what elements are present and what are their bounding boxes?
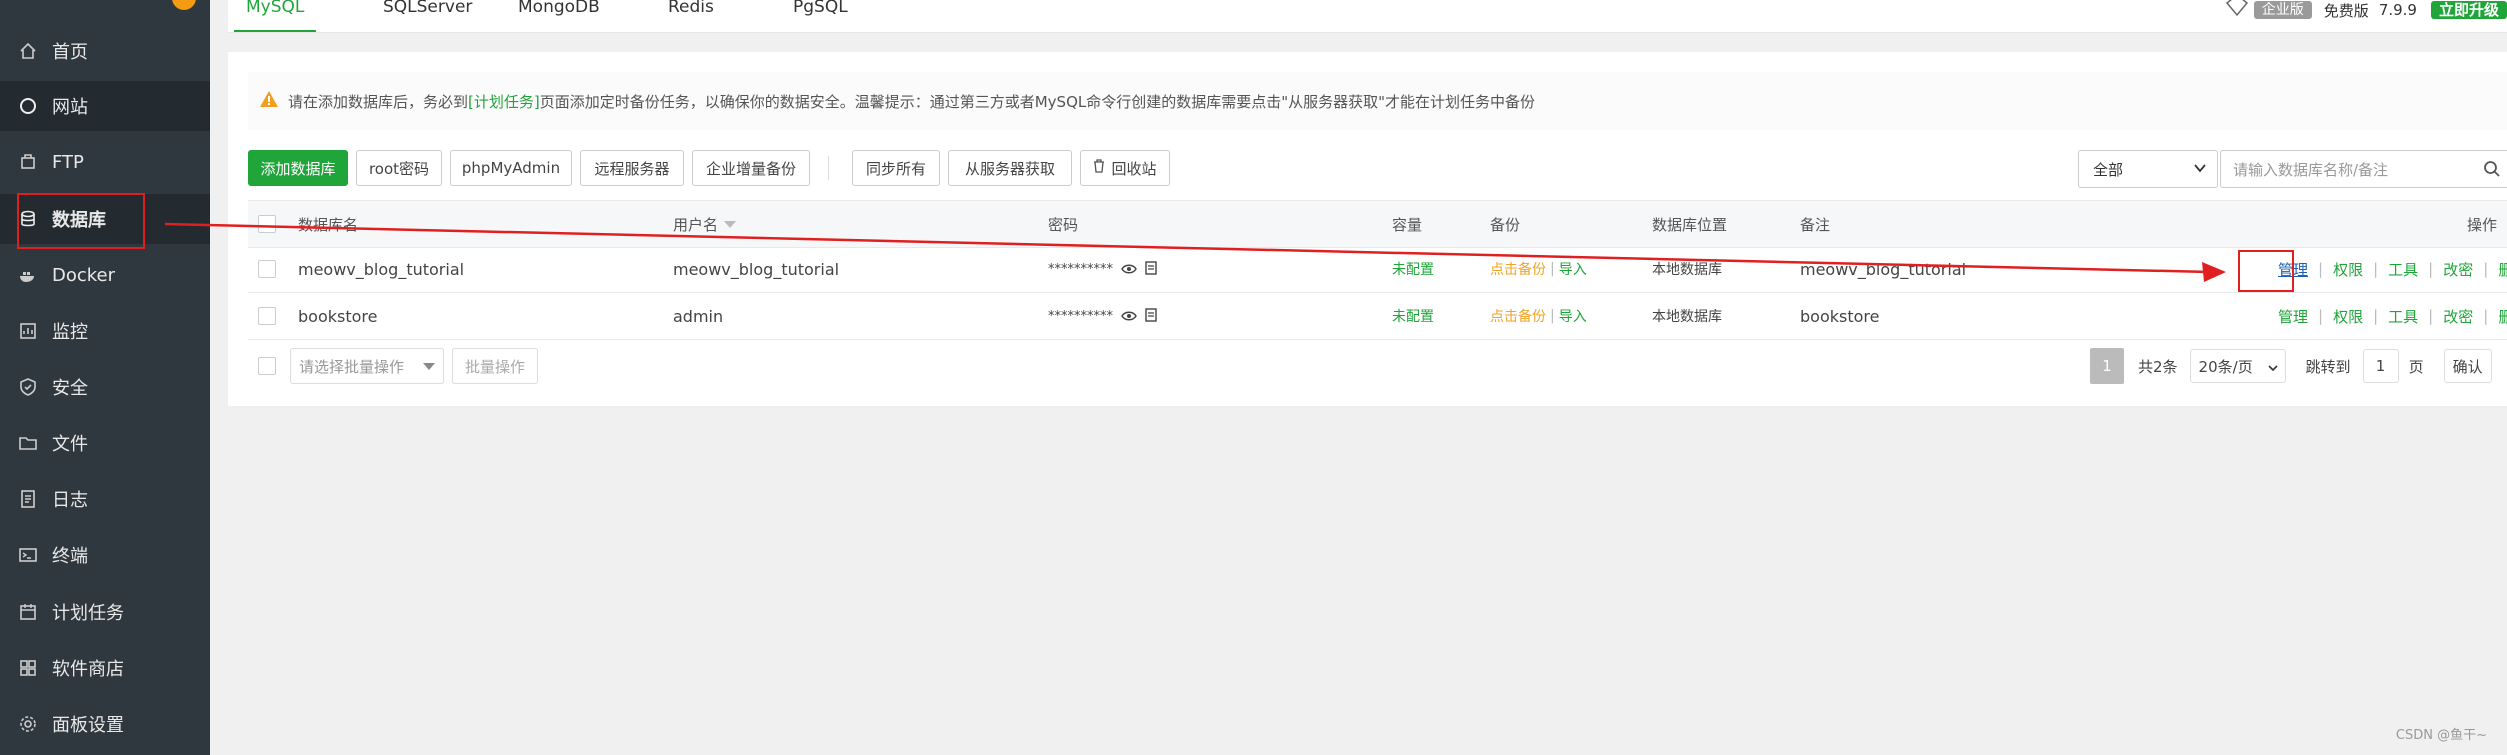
annotation-arrow [164,222,2226,282]
watermark: CSDN @鱼干~ [2395,728,2487,743]
